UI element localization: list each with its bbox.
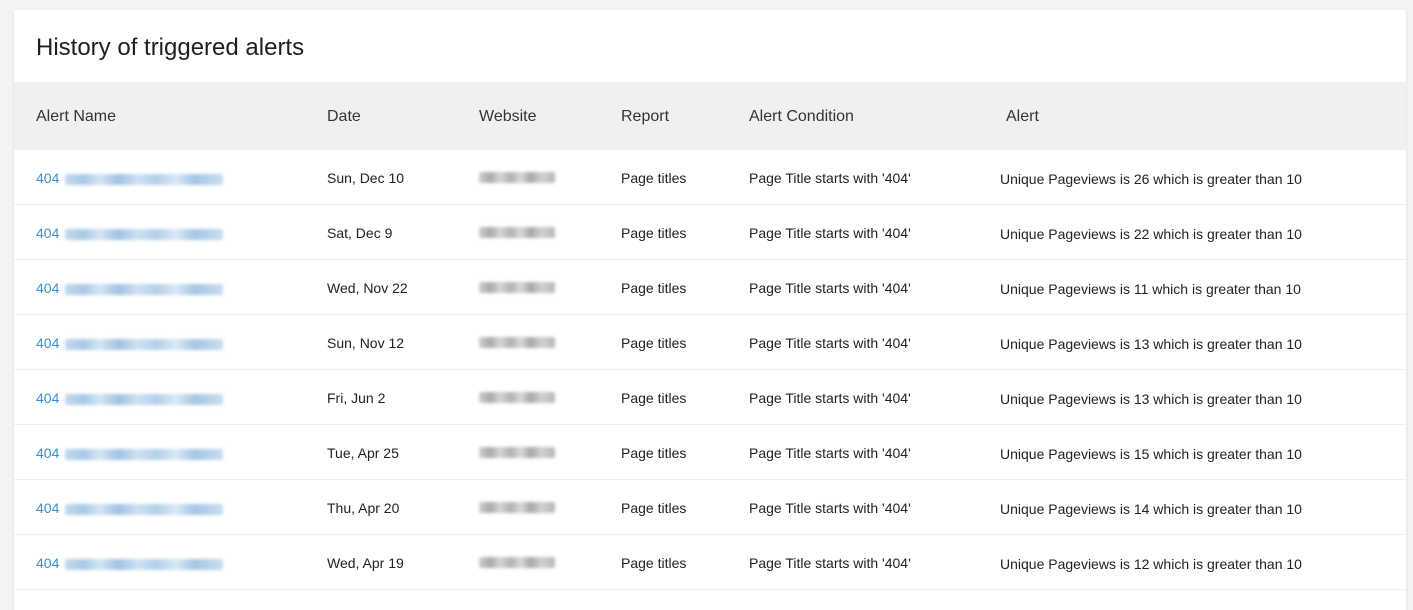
alert-name-link[interactable]: 404: [36, 335, 224, 351]
alert-name-prefix: 404: [36, 390, 60, 406]
table-row: 404 Wed, Nov 22 Page titles Page Title s…: [14, 260, 1406, 315]
website-cell: [479, 553, 555, 569]
redacted-alert-name: [65, 393, 224, 405]
redacted-alert-name: [65, 503, 224, 515]
date-cell: Wed, Apr 19: [327, 555, 404, 571]
alert-cell: Unique Pageviews is 22 which is greater …: [1000, 226, 1302, 242]
report-cell: Page titles: [621, 280, 687, 296]
website-cell: [479, 223, 555, 239]
alert-name-cell: 404: [36, 555, 224, 571]
report-cell: Page titles: [621, 170, 687, 186]
redacted-website: [479, 336, 555, 348]
alert-condition-cell: Page Title starts with '404': [749, 500, 911, 516]
alert-name-prefix: 404: [36, 555, 60, 571]
alert-name-prefix: 404: [36, 445, 60, 461]
alert-name-link[interactable]: 404: [36, 280, 224, 296]
table-row: 404 Sat, Dec 9 Page titles Page Title st…: [14, 205, 1406, 260]
alert-condition-cell: Page Title starts with '404': [749, 335, 911, 351]
alert-cell: Unique Pageviews is 13 which is greater …: [1000, 336, 1302, 352]
alert-condition-cell: Page Title starts with '404': [749, 170, 911, 186]
alert-name-cell: 404: [36, 390, 224, 406]
alert-cell: Unique Pageviews is 13 which is greater …: [1000, 391, 1302, 407]
website-cell: [479, 278, 555, 294]
alert-cell: Unique Pageviews is 15 which is greater …: [1000, 446, 1302, 462]
column-header-alert[interactable]: Alert: [1006, 108, 1039, 126]
alert-condition-cell: Page Title starts with '404': [749, 390, 911, 406]
website-cell: [479, 443, 555, 459]
column-header-report[interactable]: Report: [621, 108, 669, 126]
redacted-website: [479, 556, 555, 568]
table-row: 404 Thu, Apr 20 Page titles Page Title s…: [14, 480, 1406, 535]
alert-name-cell: 404: [36, 500, 224, 516]
redacted-website: [479, 501, 555, 513]
redacted-website: [479, 226, 555, 238]
redacted-alert-name: [65, 338, 224, 350]
alert-name-link[interactable]: 404: [36, 500, 224, 516]
alert-name-cell: 404: [36, 335, 224, 351]
alert-name-prefix: 404: [36, 500, 60, 516]
report-cell: Page titles: [621, 500, 687, 516]
table-header: Alert Name Date Website Report Alert Con…: [14, 82, 1406, 150]
table-row: 404 Fri, Jun 2 Page titles Page Title st…: [14, 370, 1406, 425]
report-cell: Page titles: [621, 390, 687, 406]
redacted-website: [479, 446, 555, 458]
report-cell: Page titles: [621, 445, 687, 461]
table-row: 404 Sun, Nov 12 Page titles Page Title s…: [14, 315, 1406, 370]
date-cell: Fri, Jun 2: [327, 390, 386, 406]
alert-name-prefix: 404: [36, 170, 60, 186]
column-header-alert-condition[interactable]: Alert Condition: [749, 108, 854, 126]
alert-name-cell: 404: [36, 225, 224, 241]
redacted-website: [479, 391, 555, 403]
date-cell: Wed, Nov 22: [327, 280, 408, 296]
alert-name-prefix: 404: [36, 280, 60, 296]
alert-name-cell: 404: [36, 170, 224, 186]
column-header-website[interactable]: Website: [479, 108, 537, 126]
date-cell: Tue, Apr 25: [327, 445, 399, 461]
redacted-alert-name: [65, 228, 224, 240]
redacted-alert-name: [65, 283, 224, 295]
alert-name-link[interactable]: 404: [36, 445, 224, 461]
alert-name-link[interactable]: 404: [36, 225, 224, 241]
alert-name-prefix: 404: [36, 225, 60, 241]
alert-cell: Unique Pageviews is 26 which is greater …: [1000, 171, 1302, 187]
date-cell: Sat, Dec 9: [327, 225, 393, 241]
table-body: 404 Sun, Dec 10 Page titles Page Title s…: [14, 150, 1406, 590]
redacted-alert-name: [65, 448, 224, 460]
website-cell: [479, 498, 555, 514]
alert-condition-cell: Page Title starts with '404': [749, 445, 911, 461]
date-cell: Thu, Apr 20: [327, 500, 400, 516]
redacted-website: [479, 171, 555, 183]
date-cell: Sun, Nov 12: [327, 335, 405, 351]
triggered-alerts-card: History of triggered alerts Alert Name D…: [14, 10, 1406, 610]
website-cell: [479, 388, 555, 404]
redacted-website: [479, 281, 555, 293]
website-cell: [479, 333, 555, 349]
column-header-date[interactable]: Date: [327, 108, 361, 126]
alert-cell: Unique Pageviews is 11 which is greater …: [1000, 281, 1301, 297]
alert-cell: Unique Pageviews is 12 which is greater …: [1000, 556, 1302, 572]
alert-name-link[interactable]: 404: [36, 390, 224, 406]
alert-condition-cell: Page Title starts with '404': [749, 280, 911, 296]
table-row: 404 Tue, Apr 25 Page titles Page Title s…: [14, 425, 1406, 480]
website-cell: [479, 168, 555, 184]
alert-name-link[interactable]: 404: [36, 555, 224, 571]
alert-name-link[interactable]: 404: [36, 170, 224, 186]
date-cell: Sun, Dec 10: [327, 170, 405, 186]
report-cell: Page titles: [621, 225, 687, 241]
redacted-alert-name: [65, 173, 224, 185]
alert-condition-cell: Page Title starts with '404': [749, 555, 911, 571]
alert-name-cell: 404: [36, 445, 224, 461]
alert-name-prefix: 404: [36, 335, 60, 351]
report-cell: Page titles: [621, 335, 687, 351]
alert-cell: Unique Pageviews is 14 which is greater …: [1000, 501, 1302, 517]
table-row: 404 Wed, Apr 19 Page titles Page Title s…: [14, 535, 1406, 590]
alert-name-cell: 404: [36, 280, 224, 296]
alert-condition-cell: Page Title starts with '404': [749, 225, 911, 241]
redacted-alert-name: [65, 558, 224, 570]
table-row: 404 Sun, Dec 10 Page titles Page Title s…: [14, 150, 1406, 205]
card-title: History of triggered alerts: [36, 34, 305, 61]
column-header-alert-name[interactable]: Alert Name: [36, 108, 116, 126]
report-cell: Page titles: [621, 555, 687, 571]
